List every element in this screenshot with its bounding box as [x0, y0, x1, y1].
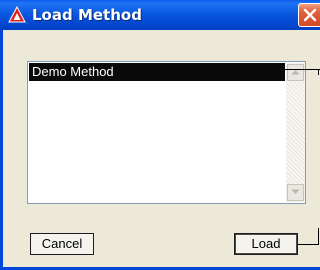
leader-line-load: [298, 244, 318, 245]
scroll-up-button[interactable]: [287, 64, 304, 81]
close-icon: [303, 8, 317, 22]
window-frame-left: [0, 30, 3, 270]
leader-line-list: [282, 69, 320, 70]
list-item-demo-method[interactable]: Demo Method: [29, 63, 285, 81]
scroll-down-button[interactable]: [287, 184, 304, 201]
method-listbox[interactable]: Demo Method: [27, 61, 306, 204]
window-title: Load Method: [32, 6, 142, 24]
load-method-dialog: Load Method Demo Method Cancel Load: [0, 0, 320, 270]
leader-line-load-vertical: [318, 228, 319, 245]
leader-line-list-vertical: [318, 69, 319, 75]
app-logo-icon: [8, 5, 26, 24]
arrow-down-icon: [291, 189, 300, 194]
close-button[interactable]: [298, 3, 320, 27]
title-bar[interactable]: Load Method: [0, 0, 320, 30]
load-button[interactable]: Load: [234, 233, 298, 255]
cancel-button[interactable]: Cancel: [30, 233, 94, 255]
listbox-scrollbar[interactable]: [286, 63, 305, 202]
